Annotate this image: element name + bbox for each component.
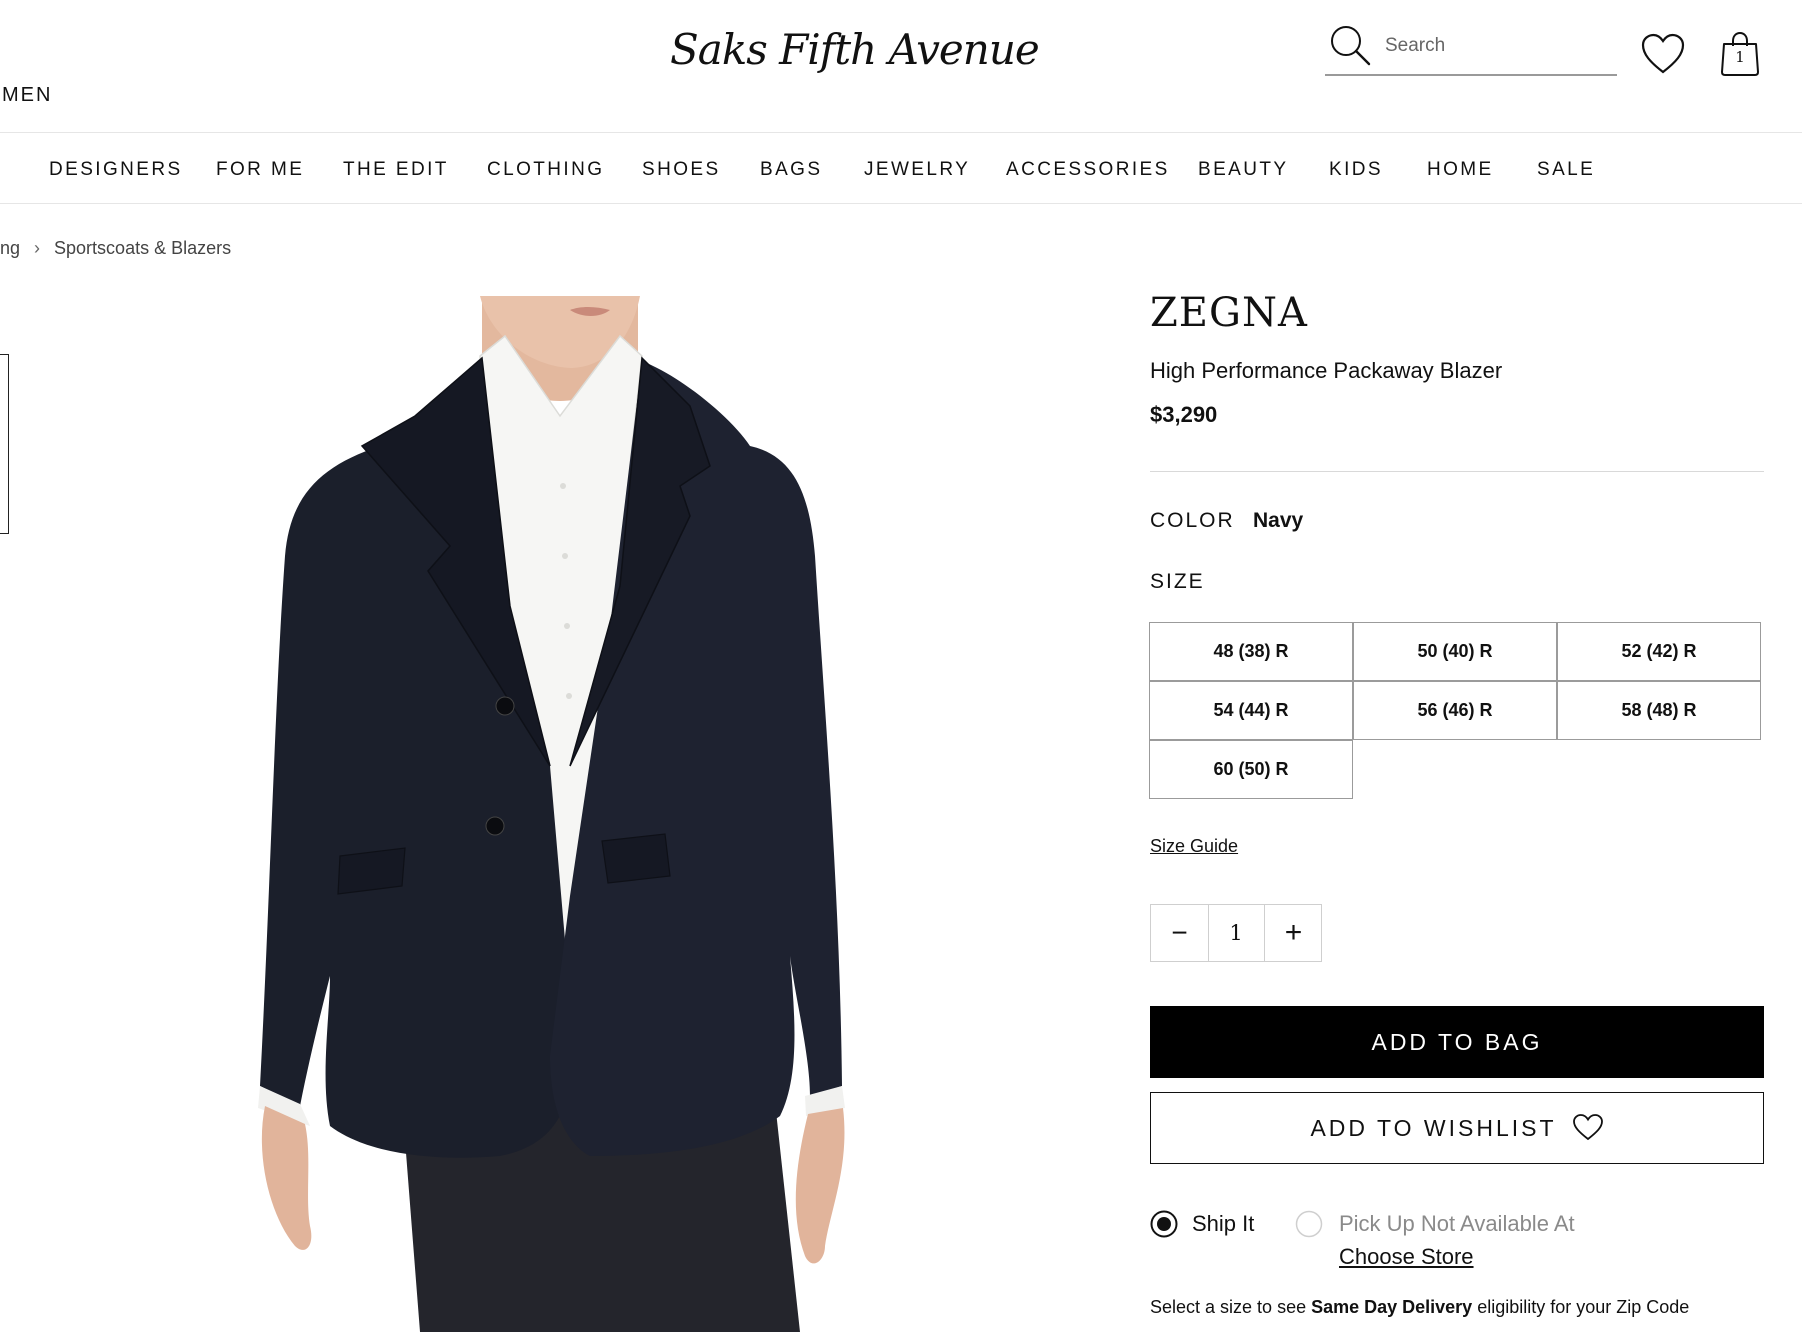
product-brand[interactable]: ZEGNA	[1150, 290, 1308, 336]
nav-item-the-edit[interactable]: THE EDIT	[343, 159, 449, 181]
breadcrumb-item-current[interactable]: Sportscoats & Blazers	[54, 238, 231, 259]
search-icon[interactable]	[1329, 24, 1371, 66]
model-right-hand	[795, 1108, 845, 1264]
size-label: SIZE	[1150, 570, 1205, 593]
size-option-60[interactable]: 60 (50) R	[1149, 740, 1353, 799]
section-label-men[interactable]: MEN	[2, 84, 52, 107]
main-navigation: DESIGNERS FOR ME THE EDIT CLOTHING SHOES…	[0, 133, 1802, 204]
search-input[interactable]	[1383, 30, 1607, 62]
color-label: COLOR	[1150, 509, 1235, 532]
nav-item-sale[interactable]: SALE	[1537, 159, 1595, 181]
nav-item-home[interactable]: HOME	[1427, 159, 1494, 181]
saks-logo[interactable]: Saks Fifth Avenue	[670, 18, 1040, 82]
delivery-note-bold: Same Day Delivery	[1311, 1297, 1473, 1317]
nav-item-designers[interactable]: DESIGNERS	[49, 159, 183, 181]
divider	[1150, 471, 1764, 472]
bag-count-badge: 1	[1735, 48, 1745, 66]
product-name: High Performance Packaway Blazer	[1150, 358, 1503, 383]
nav-item-beauty[interactable]: BEAUTY	[1198, 159, 1288, 181]
nav-item-for-me[interactable]: FOR ME	[216, 159, 304, 181]
site-header: MEN Saks Fifth Avenue 1	[0, 0, 1802, 133]
jacket-right-pocket	[601, 833, 671, 884]
nav-item-jewelry[interactable]: JEWELRY	[864, 159, 970, 181]
delivery-note-suffix: eligibility for your Zip Code	[1472, 1297, 1690, 1317]
choose-store-link[interactable]: Choose Store	[1339, 1244, 1474, 1270]
quantity-increase-button[interactable]: +	[1265, 905, 1322, 961]
size-option-52[interactable]: 52 (42) R	[1557, 622, 1761, 681]
nav-item-accessories[interactable]: ACCESSORIES	[1006, 159, 1170, 181]
add-to-wishlist-label: ADD TO WISHLIST	[1310, 1115, 1557, 1141]
logo-text: Saks Fifth Avenue	[670, 25, 1040, 74]
breadcrumb-separator: ›	[34, 238, 41, 258]
size-guide-link[interactable]: Size Guide	[1150, 836, 1238, 857]
add-to-bag-button[interactable]: ADD TO BAG	[1150, 1006, 1764, 1078]
add-to-wishlist-button[interactable]: ADD TO WISHLIST	[1150, 1092, 1764, 1164]
size-option-56[interactable]: 56 (46) R	[1353, 681, 1557, 740]
delivery-note-prefix: Select a size to see	[1150, 1297, 1312, 1317]
quantity-value[interactable]: 1	[1208, 905, 1265, 961]
nav-item-bags[interactable]: BAGS	[760, 159, 822, 181]
product-image[interactable]	[250, 296, 890, 1332]
product-price: $3,290	[1150, 402, 1218, 427]
nav-item-shoes[interactable]: SHOES	[642, 159, 721, 181]
heart-icon[interactable]	[1640, 32, 1686, 76]
size-option-58[interactable]: 58 (48) R	[1557, 681, 1761, 740]
size-option-48[interactable]: 48 (38) R	[1149, 622, 1353, 681]
ship-it-label[interactable]: Ship It	[1192, 1211, 1254, 1237]
pickup-radio[interactable]	[1295, 1210, 1323, 1238]
size-option-54[interactable]: 54 (44) R	[1149, 681, 1353, 740]
size-option-50[interactable]: 50 (40) R	[1353, 622, 1557, 681]
pickup-label: Pick Up Not Available At	[1339, 1211, 1575, 1236]
search-bar[interactable]	[1325, 20, 1617, 76]
quantity-stepper: − 1 +	[1150, 904, 1322, 962]
same-day-delivery-note: Select a size to see Same Day Delivery e…	[1150, 1297, 1689, 1318]
ship-it-radio[interactable]	[1150, 1210, 1178, 1238]
nav-item-clothing[interactable]: CLOTHING	[487, 159, 604, 181]
nav-item-kids[interactable]: KIDS	[1329, 159, 1383, 181]
jacket-left-pocket	[337, 847, 406, 895]
quantity-decrease-button[interactable]: −	[1151, 905, 1209, 961]
breadcrumb-item-clothing[interactable]: ng	[0, 238, 20, 259]
shopping-bag-button[interactable]: 1	[1719, 30, 1761, 78]
heart-icon	[1572, 1114, 1603, 1141]
color-value: Navy	[1253, 509, 1304, 532]
model-left-hand	[261, 1106, 312, 1250]
thumbnail-selected-frame[interactable]	[0, 354, 9, 534]
breadcrumb: ng › Sportscoats & Blazers	[0, 238, 231, 259]
